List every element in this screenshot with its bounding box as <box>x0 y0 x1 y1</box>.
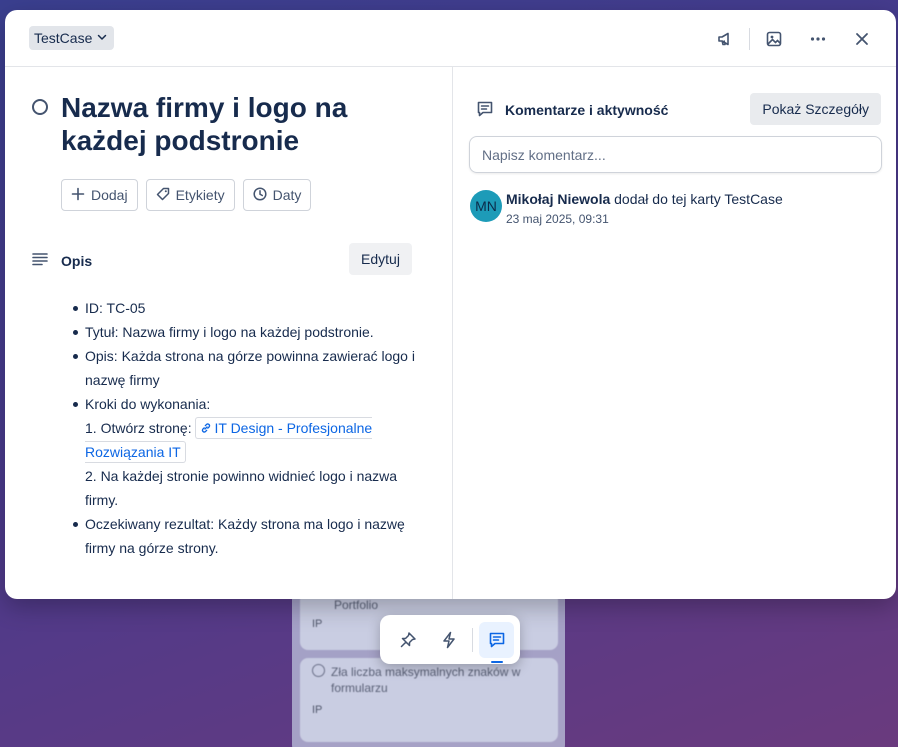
activity-entry: Mikołaj Niewola dodał do tej karty TestC… <box>506 191 783 207</box>
background-card: Zła liczba maksymalnych znaków w formula… <box>300 658 558 742</box>
dates-button-label: Daty <box>272 187 302 203</box>
lightning-icon[interactable] <box>431 622 466 658</box>
list-item: Tytuł: Nazwa firmy i logo na każdej pods… <box>73 320 415 344</box>
dates-button[interactable]: Daty <box>242 179 312 211</box>
activity-action: dodał do tej karty TestCase <box>614 191 783 207</box>
background-card-circle <box>312 664 325 677</box>
activity-user[interactable]: Mikołaj Niewola <box>506 191 610 207</box>
link-icon <box>200 420 214 436</box>
comment-input[interactable]: Napisz komentarz... <box>469 136 882 173</box>
modal-header: TestCase <box>5 10 896 67</box>
add-button-label: Dodaj <box>91 187 128 203</box>
card-details: Nazwa firmy i logo na każdej podstronie … <box>5 67 452 599</box>
header-actions <box>697 24 878 54</box>
list-item: Oczekiwany rezultat: Każdy strona ma log… <box>73 512 415 560</box>
list-item: Opis: Każda strona na górze powinna zawi… <box>73 344 415 392</box>
megaphone-icon[interactable] <box>709 24 741 54</box>
list-selector[interactable]: TestCase <box>29 26 115 50</box>
steps-heading: Kroki do wykonania: <box>85 396 211 412</box>
toolbar-divider <box>472 627 473 652</box>
comments-heading: Komentarze i aktywność <box>505 102 669 118</box>
card-modal: TestCase Nazwa firmy i logo na każdej po… <box>5 10 896 599</box>
description-list: ID: TC-05 Tytuł: Nazwa firmy i logo na k… <box>73 296 415 560</box>
description-heading: Opis <box>61 253 93 269</box>
add-button[interactable]: Dodaj <box>61 179 138 211</box>
complete-checkbox[interactable] <box>32 99 48 115</box>
card-actions: Dodaj Etykiety Daty <box>61 179 312 211</box>
plus-icon <box>71 187 85 204</box>
comments-panel: Komentarze i aktywność Pokaż Szczegóły N… <box>452 67 896 599</box>
background-card-title: Zła liczba maksymalnych znaków w formula… <box>331 665 521 695</box>
image-icon[interactable] <box>758 24 790 54</box>
more-icon[interactable] <box>802 24 834 54</box>
bottom-toolbar <box>380 615 520 664</box>
clock-icon <box>253 186 267 204</box>
comment-panel-icon[interactable] <box>479 621 515 663</box>
background-card-tag: IP <box>312 704 323 716</box>
header-divider <box>749 28 750 50</box>
chevron-down-icon <box>96 30 108 46</box>
description-icon <box>32 251 48 272</box>
step-2-text: 2. Na każdej stronie powinno widnieć log… <box>85 468 398 508</box>
pin-icon[interactable] <box>390 622 425 658</box>
show-details-button[interactable]: Pokaż Szczegóły <box>750 93 881 125</box>
card-title[interactable]: Nazwa firmy i logo na każdej podstronie <box>61 91 421 157</box>
comment-icon <box>476 100 494 123</box>
step-1-text: 1. Otwórz stronę: <box>85 420 192 436</box>
list-item: Kroki do wykonania: 1. Otwórz stronę: IT… <box>73 392 415 512</box>
activity-timestamp[interactable]: 23 maj 2025, 09:31 <box>506 212 609 226</box>
tag-icon <box>156 187 170 204</box>
avatar[interactable]: MN <box>470 190 502 222</box>
list-name: TestCase <box>34 30 93 46</box>
list-item: ID: TC-05 <box>73 296 415 320</box>
labels-button[interactable]: Etykiety <box>145 179 235 211</box>
labels-button-label: Etykiety <box>175 187 225 203</box>
background-card-title: Portfolio <box>334 598 379 612</box>
close-icon[interactable] <box>846 24 878 54</box>
edit-description-button[interactable]: Edytuj <box>349 243 412 275</box>
